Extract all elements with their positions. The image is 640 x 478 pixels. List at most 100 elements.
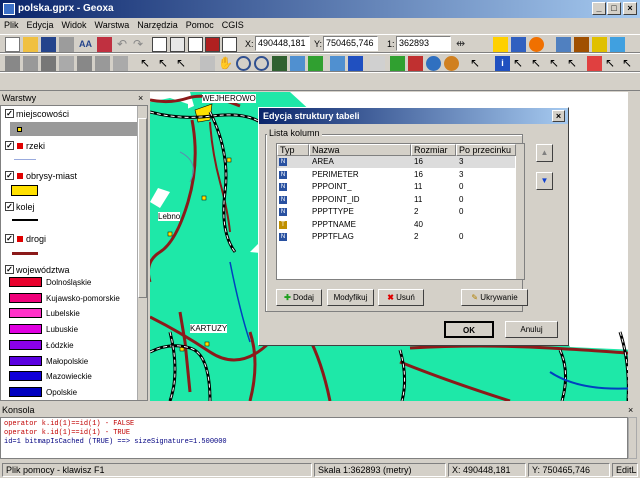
font-icon[interactable]: AA <box>79 37 94 52</box>
table-row[interactable]: N PPPTFLAG 2 0 <box>277 231 515 243</box>
dialog-close-button[interactable]: × <box>552 110 565 122</box>
window3-icon[interactable] <box>188 37 203 52</box>
tool-g-icon[interactable] <box>610 37 625 52</box>
window1-icon[interactable] <box>152 37 167 52</box>
menu-narzedzia[interactable]: Narzędzia <box>133 18 182 33</box>
window5-icon[interactable] <box>222 37 237 52</box>
cancel-button[interactable]: Anuluj <box>505 321 558 338</box>
layer-tool1-icon[interactable] <box>5 56 20 71</box>
tool-f-icon[interactable] <box>592 37 607 52</box>
nav-forward-icon[interactable] <box>348 56 363 71</box>
globe2-icon[interactable] <box>444 56 459 71</box>
layer-checkbox[interactable]: ✓ <box>5 109 14 118</box>
window4-icon[interactable] <box>205 37 220 52</box>
red-tool-icon[interactable] <box>408 56 423 71</box>
column-header-type[interactable]: Typ <box>277 144 309 156</box>
maximize-button[interactable]: □ <box>607 2 621 15</box>
menu-cgis[interactable]: CGIS <box>218 18 248 33</box>
add-column-button[interactable]: ✚ Dodaj <box>276 289 322 306</box>
layers-scroll-thumb[interactable] <box>138 118 147 298</box>
layer-kolej[interactable]: ✓ kolej <box>4 201 144 231</box>
menu-pomoc[interactable]: Pomoc <box>182 18 218 33</box>
layer-tool7-icon[interactable] <box>113 56 128 71</box>
layer-tool2-icon[interactable] <box>23 56 38 71</box>
zoom-extent-icon[interactable] <box>272 56 287 71</box>
menu-plik[interactable]: Plik <box>0 18 23 33</box>
table-row[interactable]: T PPPTNAME 40 <box>277 219 515 231</box>
layer-obrysy-miast[interactable]: ✓ obrysy-miast <box>4 170 144 200</box>
ok-button[interactable]: OK <box>444 321 494 338</box>
layer-rzeki[interactable]: ✓ rzeki <box>4 140 144 170</box>
layer-tool4-icon[interactable] <box>59 56 74 71</box>
map-scrollbar[interactable] <box>628 92 637 401</box>
column-header-name[interactable]: Nazwa <box>309 144 411 156</box>
zoom-layer-icon[interactable] <box>290 56 305 71</box>
query-icon[interactable]: ↖ <box>513 56 528 71</box>
layers-panel-close-icon[interactable]: × <box>138 93 143 103</box>
pointer-icon[interactable]: ↖ <box>140 56 155 71</box>
redo-icon[interactable]: ↷ <box>133 37 148 52</box>
table-row[interactable]: N PPPOINT_ID 11 0 <box>277 194 515 206</box>
new-file-icon[interactable] <box>5 37 20 52</box>
x-coord-field[interactable]: 490448,181 <box>255 36 310 51</box>
pointer4-icon[interactable]: ↖ <box>470 56 485 71</box>
layer-checkbox[interactable]: ✓ <box>5 171 14 180</box>
layers-scrollbar[interactable] <box>137 106 147 400</box>
table-row[interactable]: N AREA 16 3 <box>277 156 515 168</box>
table-row[interactable]: N PPPTTYPE 2 0 <box>277 206 515 218</box>
menu-widok[interactable]: Widok <box>58 18 91 33</box>
zoom-out-icon[interactable] <box>254 56 269 71</box>
select-arrow5-icon[interactable]: ↖ <box>622 56 637 71</box>
select-arrow1-icon[interactable]: ↖ <box>531 56 546 71</box>
tool-e-icon[interactable] <box>574 37 589 52</box>
column-header-decimals[interactable]: Po przecinku <box>456 144 516 156</box>
select-arrow3-icon[interactable]: ↖ <box>567 56 582 71</box>
minimize-button[interactable]: _ <box>592 2 606 15</box>
layer-miejscowosci[interactable]: ✓ miejscowości <box>4 108 144 138</box>
table-scrollbar[interactable] <box>516 144 524 279</box>
menu-edycja[interactable]: Edycja <box>23 18 58 33</box>
clear-selection-icon[interactable] <box>587 56 602 71</box>
select-arrow2-icon[interactable]: ↖ <box>549 56 564 71</box>
delete-column-button[interactable]: ✖ Usuń <box>378 289 424 306</box>
layer-checkbox[interactable]: ✓ <box>5 265 14 274</box>
layer-tool6-icon[interactable] <box>95 56 110 71</box>
layer-drogi[interactable]: ✓ drogi <box>4 233 144 263</box>
globe-icon[interactable] <box>426 56 441 71</box>
save-icon[interactable] <box>41 37 56 52</box>
move-up-button[interactable]: ▲ <box>536 144 553 162</box>
modify-column-button[interactable]: Modyfikuj <box>327 289 374 306</box>
console-close-icon[interactable]: × <box>628 405 633 415</box>
nav-back-icon[interactable] <box>330 56 345 71</box>
scale-field[interactable]: 362893 <box>396 36 451 51</box>
zoom-prev-icon[interactable] <box>308 56 323 71</box>
hide-button[interactable]: ✎ Ukrywanie <box>461 289 528 306</box>
properties-icon[interactable] <box>97 37 112 52</box>
green-tool-icon[interactable] <box>390 56 405 71</box>
close-button[interactable]: × <box>623 2 637 15</box>
tool-d-icon[interactable] <box>556 37 571 52</box>
column-header-size[interactable]: Rozmiar <box>411 144 456 156</box>
console-scrollbar[interactable] <box>628 417 637 459</box>
move-down-button[interactable]: ▼ <box>536 172 553 190</box>
layer-tool5-icon[interactable] <box>77 56 92 71</box>
layer-wojewodztwa[interactable]: ✓ województwa Dolnośląskie Kujawsko-pomor… <box>4 264 144 400</box>
pointer2-icon[interactable]: ↖ <box>158 56 173 71</box>
pan-hand-icon[interactable]: ✋ <box>218 56 233 71</box>
zoom-in-icon[interactable] <box>236 56 251 71</box>
refresh-icon[interactable] <box>370 56 385 71</box>
tool-b-icon[interactable] <box>511 37 526 52</box>
y-coord-field[interactable]: 750465,746 <box>323 36 378 51</box>
select-arrow4-icon[interactable]: ↖ <box>605 56 620 71</box>
print-icon[interactable] <box>59 37 74 52</box>
tool-a-icon[interactable] <box>493 37 508 52</box>
undo-icon[interactable]: ↶ <box>117 37 132 52</box>
info-icon[interactable]: i <box>495 56 510 71</box>
layer-checkbox[interactable]: ✓ <box>5 141 14 150</box>
window2-icon[interactable] <box>170 37 185 52</box>
open-folder-icon[interactable] <box>23 37 38 52</box>
layer-tool3-icon[interactable] <box>41 56 56 71</box>
zoom-range-icon[interactable]: ⇹ <box>456 37 471 52</box>
layer-checkbox[interactable]: ✓ <box>5 234 14 243</box>
table-row[interactable]: N PPPOINT_ 11 0 <box>277 181 515 193</box>
